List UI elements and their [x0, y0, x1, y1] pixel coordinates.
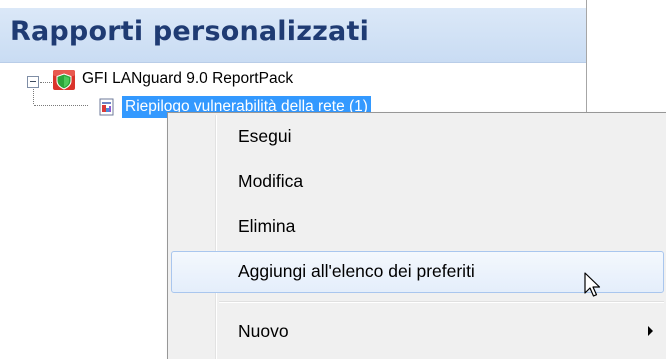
panel-header: Rapporti personalizzati [0, 8, 586, 63]
menu-item-label: Elimina [238, 216, 296, 236]
menu-separator [219, 301, 664, 303]
menu-item-label: Modifica [238, 171, 304, 191]
mouse-pointer-icon [584, 272, 601, 297]
shield-icon [53, 70, 75, 90]
context-menu: Esegui Modifica Elimina Aggiungi all'ele… [167, 112, 666, 359]
menu-item-label: Esegui [238, 126, 292, 146]
menu-item-delete[interactable]: Elimina [171, 206, 664, 248]
menu-item-run[interactable]: Esegui [171, 116, 664, 158]
menu-item-label: Nuovo [238, 321, 289, 341]
tree-connector [33, 89, 34, 104]
collapse-toggle-icon[interactable] [27, 76, 39, 88]
menu-item-edit[interactable]: Modifica [171, 161, 664, 203]
menu-item-new[interactable]: Nuovo [171, 311, 664, 353]
submenu-arrow-icon [648, 326, 653, 336]
tree-connector [34, 105, 88, 106]
report-icon [99, 98, 114, 116]
tree-connector [40, 82, 52, 83]
tree-item-reportpack[interactable]: GFI LANguard 9.0 ReportPack [82, 70, 293, 88]
panel-title: Rapporti personalizzati [10, 16, 370, 47]
menu-item-label: Aggiungi all'elenco dei preferiti [238, 261, 475, 281]
